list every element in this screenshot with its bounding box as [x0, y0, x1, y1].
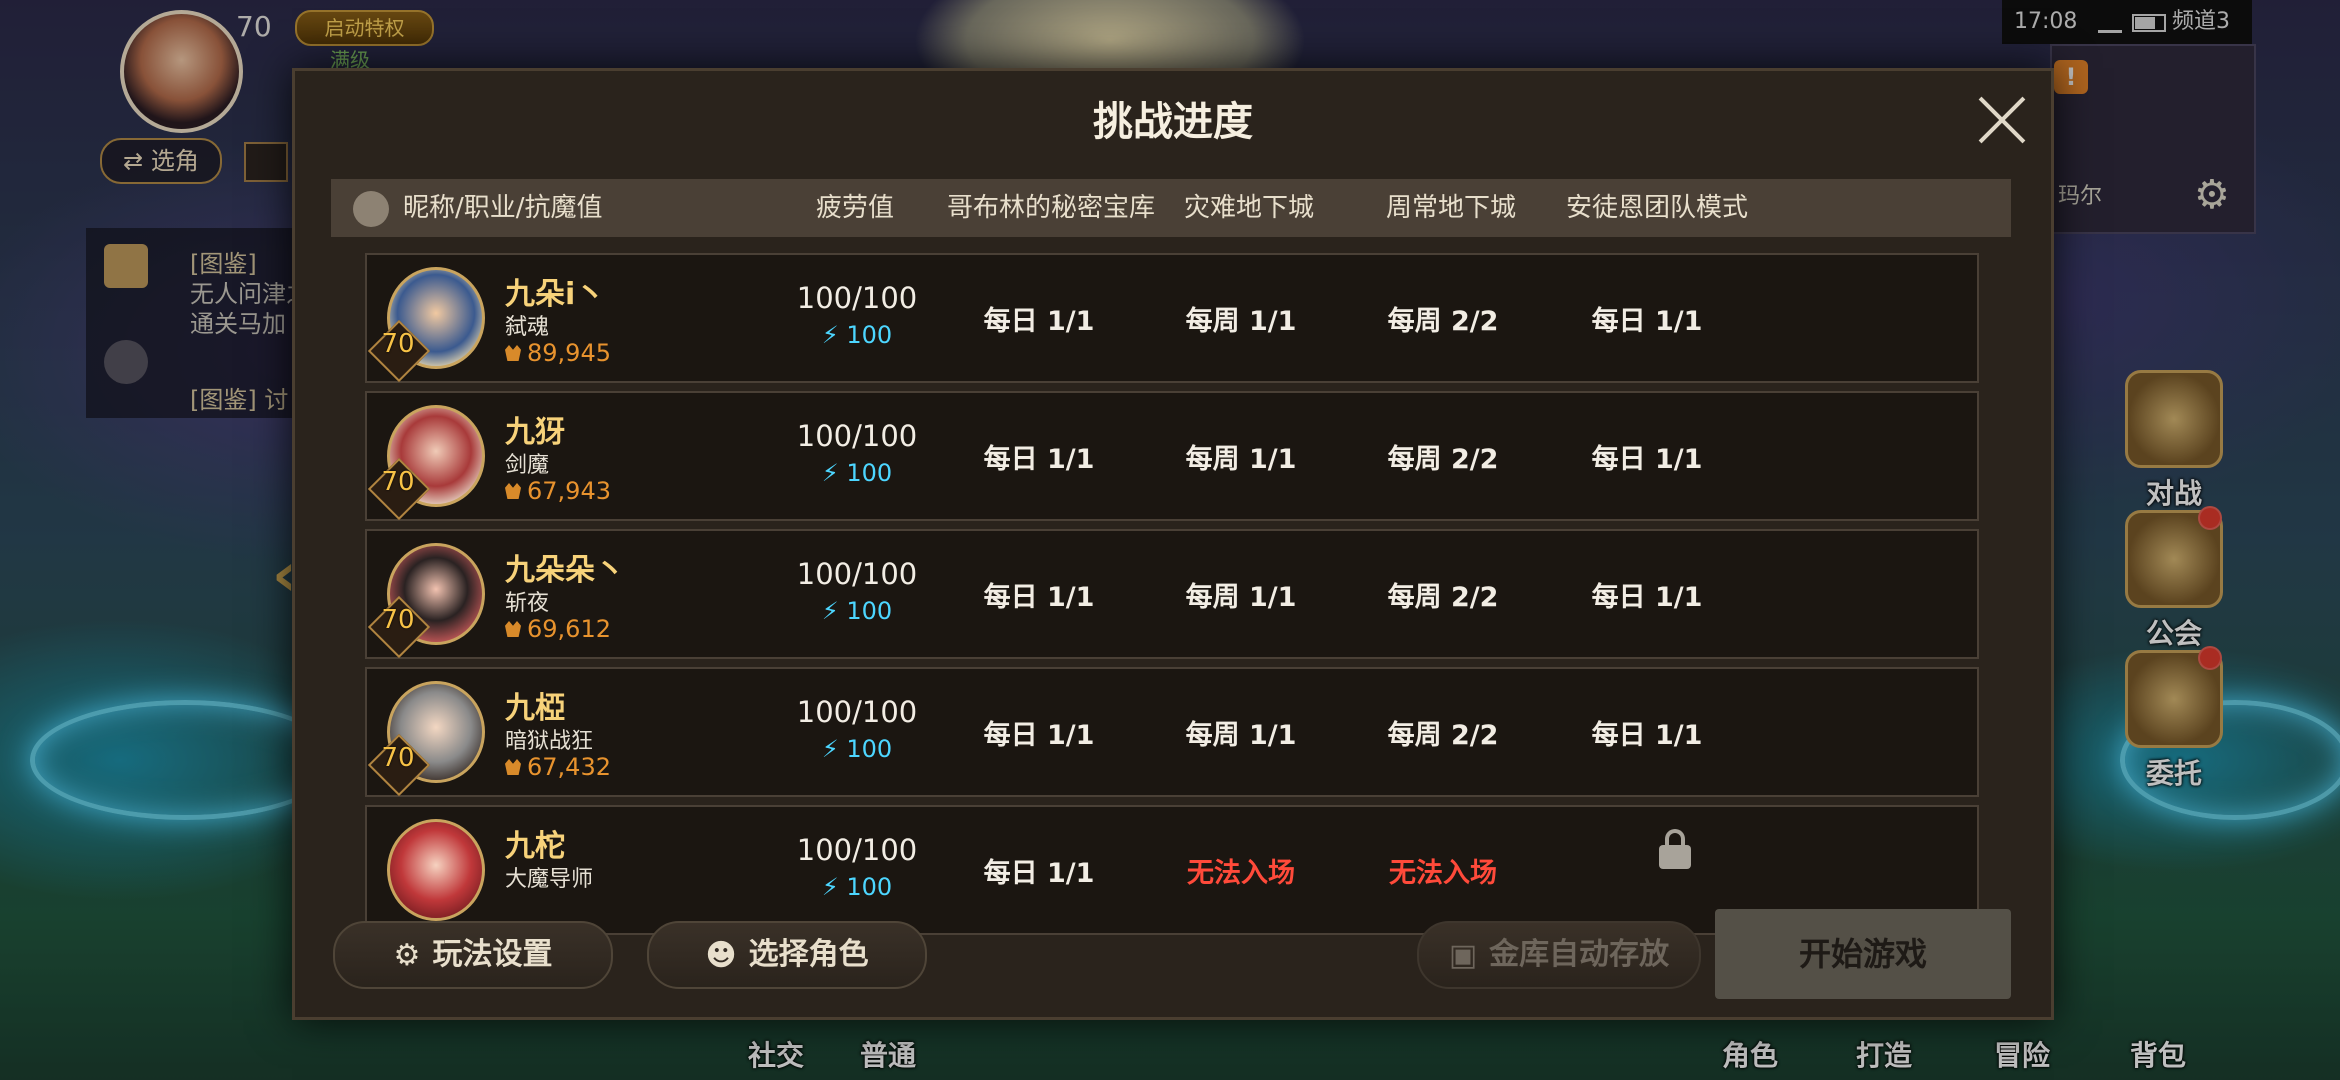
column-header-antoine: 安徒恩团队模式 — [1565, 193, 1748, 223]
goblin-progress: 每日 1/1 — [983, 720, 1095, 751]
character-icon — [353, 191, 389, 227]
table-row[interactable]: 70 九椏 暗狱战狂 67,432 100/100 ⚡ 100 每日 1/1 每… — [365, 667, 1979, 797]
character-class: 剑魔 — [505, 453, 550, 478]
disaster-progress: 每周 1/1 — [1185, 306, 1297, 337]
character-name: 九柁 — [505, 829, 565, 864]
fatigue-value: 100/100 — [796, 557, 918, 591]
fatigue-value: 100/100 — [796, 833, 918, 867]
goblin-progress: 每日 1/1 — [983, 444, 1095, 475]
antoine-progress: 每日 1/1 — [1591, 582, 1703, 613]
character-class: 大魔导师 — [505, 867, 594, 892]
anti-magic-value: 89,945 — [505, 339, 611, 367]
weekly-progress: 无法入场 — [1389, 858, 1497, 889]
anti-magic-value: 67,943 — [505, 477, 611, 505]
crown-icon — [505, 483, 521, 499]
weekly-progress: 每周 2/2 — [1387, 582, 1499, 613]
character-name: 九朵i丶 — [505, 277, 606, 312]
table-header: 昵称/职业/抗魔值 疲劳值 哥布林的秘密宝库 灾难地下城 周常地下城 安徒恩团队… — [331, 179, 2011, 237]
character-name: 九椏 — [505, 691, 565, 726]
goblin-progress: 每日 1/1 — [983, 306, 1095, 337]
fatigue-value: 100/100 — [796, 419, 918, 453]
disaster-progress: 每周 1/1 — [1185, 582, 1297, 613]
fatigue-value: 100/100 — [796, 695, 918, 729]
column-header-fatigue: 疲劳值 — [815, 193, 894, 223]
gear-icon: ⚙ — [393, 937, 421, 973]
fatigue-value: 100/100 — [796, 281, 918, 315]
disaster-progress: 每周 1/1 — [1185, 444, 1297, 475]
weekly-progress: 每周 2/2 — [1387, 444, 1499, 475]
table-row[interactable]: 70 九犽 剑魔 67,943 100/100 ⚡ 100 每日 1/1 每周 … — [365, 391, 1979, 521]
energy-value: ⚡ 100 — [821, 597, 893, 625]
disaster-progress: 无法入场 — [1187, 858, 1295, 889]
column-header-weekly: 周常地下城 — [1385, 193, 1516, 223]
select-role-button[interactable]: ☻ 选择角色 — [647, 921, 927, 989]
auto-store-button[interactable]: ▣ 金库自动存放 — [1417, 921, 1701, 989]
close-icon[interactable] — [1975, 93, 2029, 147]
level-text: 70 — [381, 743, 415, 773]
lock-icon — [1659, 829, 1691, 869]
antoine-progress: 每日 1/1 — [1591, 444, 1703, 475]
goblin-progress: 每日 1/1 — [983, 858, 1095, 889]
disaster-progress: 每周 1/1 — [1185, 720, 1297, 751]
dialog-title: 挑战进度 — [1093, 99, 1253, 145]
character-class: 弑魂 — [505, 315, 550, 340]
energy-value: ⚡ 100 — [821, 459, 893, 487]
character-icon: ☻ — [705, 937, 737, 973]
energy-value: ⚡ 100 — [821, 873, 893, 901]
weekly-progress: 每周 2/2 — [1387, 720, 1499, 751]
character-class: 暗狱战狂 — [505, 729, 594, 754]
challenge-progress-dialog: 挑战进度 昵称/职业/抗魔值 疲劳值 哥布林的秘密宝库 灾难地下城 周常地下城 … — [292, 68, 2054, 1020]
gameplay-settings-button[interactable]: ⚙ 玩法设置 — [333, 921, 613, 989]
anti-magic-value: 67,432 — [505, 753, 611, 781]
start-game-button[interactable]: 开始游戏 — [1715, 909, 2011, 999]
character-class: 斩夜 — [505, 591, 550, 616]
anti-magic-value: 69,612 — [505, 615, 611, 643]
goblin-progress: 每日 1/1 — [983, 582, 1095, 613]
weekly-progress: 每周 2/2 — [1387, 306, 1499, 337]
table-row[interactable]: 70 九朵朵丶 斩夜 69,612 100/100 ⚡ 100 每日 1/1 每… — [365, 529, 1979, 659]
crown-icon — [505, 621, 521, 637]
table-row[interactable]: 70 九朵i丶 弑魂 89,945 100/100 ⚡ 100 每日 1/1 每… — [365, 253, 1979, 383]
crown-icon — [505, 345, 521, 361]
antoine-progress: 每日 1/1 — [1591, 306, 1703, 337]
character-name: 九犽 — [505, 415, 565, 450]
column-header-name: 昵称/职业/抗魔值 — [403, 193, 603, 223]
vault-icon: ▣ — [1448, 937, 1478, 973]
level-text: 70 — [381, 605, 415, 635]
level-text: 70 — [381, 329, 415, 359]
character-name: 九朵朵丶 — [505, 553, 625, 588]
crown-icon — [505, 759, 521, 775]
character-portrait — [387, 819, 485, 921]
character-list[interactable]: 70 九朵i丶 弑魂 89,945 100/100 ⚡ 100 每日 1/1 每… — [365, 253, 1981, 959]
level-text: 70 — [381, 467, 415, 497]
energy-value: ⚡ 100 — [821, 735, 893, 763]
antoine-progress: 每日 1/1 — [1591, 720, 1703, 751]
column-header-goblin: 哥布林的秘密宝库 — [946, 193, 1155, 223]
column-header-disaster: 灾难地下城 — [1183, 193, 1314, 223]
energy-value: ⚡ 100 — [821, 321, 893, 349]
